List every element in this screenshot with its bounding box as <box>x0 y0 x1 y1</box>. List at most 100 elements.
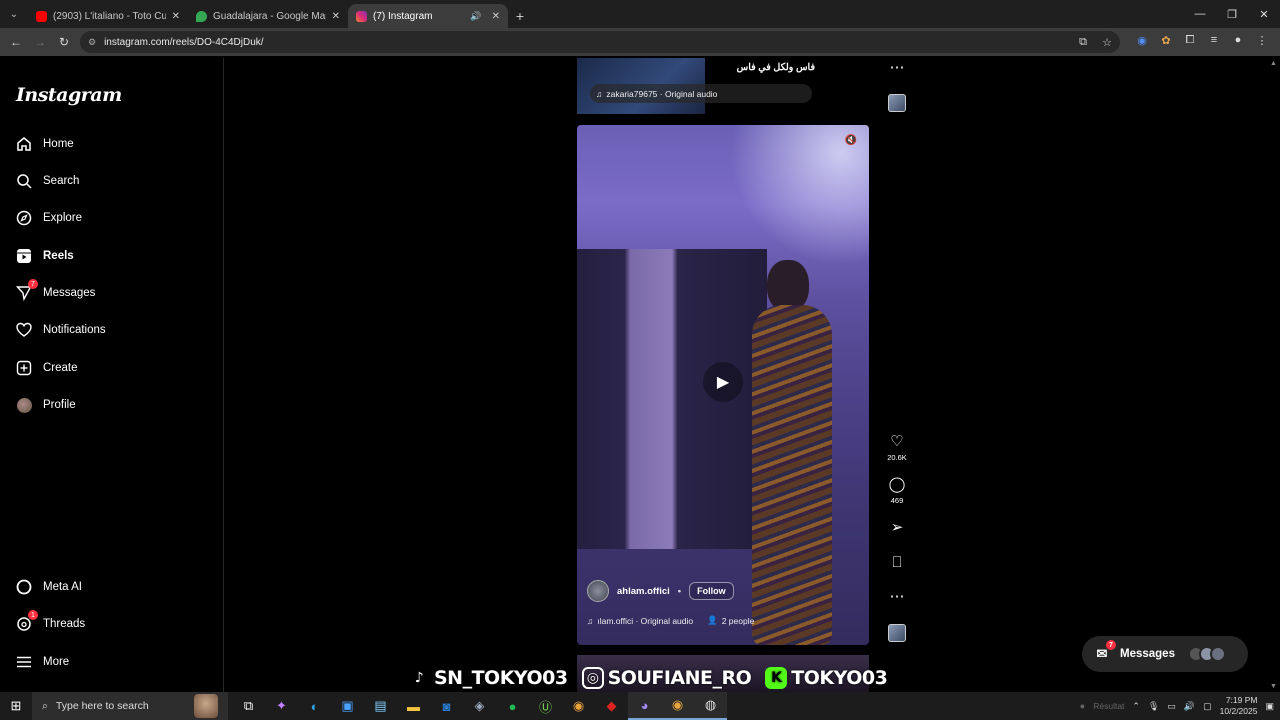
install-app-icon[interactable]: ⧉ <box>1074 36 1092 49</box>
messages-pill-label: Messages <box>1120 648 1175 660</box>
follow-button[interactable]: Follow <box>689 582 734 600</box>
reading-list-icon[interactable]: ≡ <box>1206 34 1222 50</box>
file-explorer-icon[interactable]: ▬ <box>397 692 430 720</box>
page-scrollbar[interactable]: ▲ ▼ <box>1268 58 1280 692</box>
display-icon[interactable]: ▢ <box>1203 701 1212 712</box>
copilot-icon[interactable]: ✦ <box>265 692 298 720</box>
tab-google-maps[interactable]: Guadalajara - Google Maps ✕ <box>188 4 348 28</box>
chrome-icon[interactable]: ◉ <box>562 692 595 720</box>
restore-icon[interactable]: ❐ <box>1216 0 1248 28</box>
comment-icon: ◯ <box>888 476 906 493</box>
tab-youtube[interactable]: (2903) L'italiano - Toto Cutugno ✕ <box>28 4 188 28</box>
previous-reel-audio-thumbnail[interactable] <box>888 94 906 112</box>
discord-icon[interactable]: ◕ <box>628 692 661 720</box>
sidebar-item-threads[interactable]: 1 Threads <box>16 610 85 636</box>
store-icon[interactable]: ▣ <box>331 692 364 720</box>
network-icon[interactable]: ▭ <box>1167 701 1176 712</box>
taskbar-search[interactable]: ⌕ Type here to search <box>32 692 228 720</box>
messages-pill[interactable]: ✉ 7 Messages <box>1082 636 1248 672</box>
browser-menu-icon[interactable]: ⋮ <box>1254 34 1270 50</box>
tab-audio-icon[interactable]: 🔊 <box>470 11 481 22</box>
utorrent-icon[interactable]: Ⓤ <box>529 692 562 720</box>
previous-reel-more-button[interactable]: ⋯ <box>880 60 914 76</box>
sidebar-item-reels[interactable]: Reels <box>16 244 74 268</box>
avatar[interactable] <box>587 580 609 602</box>
task-view-icon[interactable]: ⧉ <box>232 692 265 720</box>
previous-reel-audio[interactable]: ♫ zakaria79675 · Original audio <box>590 84 812 103</box>
reel-audio-thumbnail[interactable] <box>888 624 906 642</box>
close-window-icon[interactable]: ✕ <box>1248 0 1280 28</box>
sidebar-item-search[interactable]: Search <box>16 169 79 193</box>
profile-avatar-wrap <box>16 397 32 413</box>
kick-icon: K <box>765 667 788 689</box>
show-hidden-icons[interactable]: ⌃ <box>1132 701 1140 712</box>
instagram-logo[interactable]: Instagram <box>16 84 122 106</box>
close-tab-icon[interactable]: ✕ <box>172 11 180 22</box>
share-button[interactable]: ➢ <box>880 520 914 536</box>
comment-button[interactable]: ◯ 469 <box>880 476 914 506</box>
like-button[interactable]: ♡ 20.6K <box>880 433 914 463</box>
save-button[interactable]: ⎕ <box>880 555 914 571</box>
chrome-active-icon[interactable]: ◉ <box>661 692 694 720</box>
red-app-icon[interactable]: ◆ <box>595 692 628 720</box>
tray-app-icon[interactable]: ● <box>1080 701 1085 711</box>
youtube-favicon-icon <box>36 10 47 22</box>
bookmark-star-icon[interactable]: ☆ <box>1098 36 1116 49</box>
taskbar-clock[interactable]: 7:19 PM 10/2/2025 <box>1220 695 1258 717</box>
extensions-icon[interactable]: ⧠ <box>1182 34 1198 50</box>
address-bar[interactable]: ⚙ instagram.com/reels/DO-4C4DjDuk/ <box>80 31 1120 53</box>
new-tab-button[interactable]: + <box>508 4 532 28</box>
heart-icon: ♡ <box>890 433 904 450</box>
reel-username[interactable]: ahlam.offici <box>617 586 670 597</box>
steam-icon[interactable]: ◈ <box>463 692 496 720</box>
microphone-icon[interactable]: 🎙 <box>1148 701 1159 712</box>
extension-shield-icon[interactable]: ◉ <box>1134 34 1150 50</box>
windows-start-icon[interactable]: ⊞ <box>0 692 32 720</box>
more-options-button[interactable]: ⋯ <box>880 589 914 605</box>
sidebar-item-messages[interactable]: 7 Messages <box>16 279 95 305</box>
reel-audio-link[interactable]: ♫ ılam.offici · Original audio <box>587 615 693 626</box>
obs-icon[interactable]: ◍ <box>694 692 727 720</box>
instagram-icon: ◎ <box>581 667 604 689</box>
back-icon[interactable]: ← <box>4 30 28 54</box>
site-info-icon[interactable]: ⚙ <box>88 37 96 48</box>
reel-video[interactable]: 🔇 ▶ ahlam.offici • Follow ♫ ılam.offici … <box>577 125 869 645</box>
home-icon <box>16 136 32 152</box>
sidebar-item-home[interactable]: Home <box>16 132 74 156</box>
notification-center-icon[interactable]: ▣ <box>1265 701 1274 712</box>
sidebar-item-meta-ai[interactable]: Meta AI <box>16 575 82 599</box>
forward-icon[interactable]: → <box>28 30 52 54</box>
sidebar-item-explore[interactable]: Explore <box>16 206 82 230</box>
streamer-watermark: ♪ SN_TOKYO03 ◎ SOUFIANE_RO K TOKYO03 <box>408 664 888 692</box>
scroll-up-icon[interactable]: ▲ <box>1270 60 1277 67</box>
edge-icon[interactable]: ◐ <box>298 692 331 720</box>
tab-search-icon[interactable]: ⌄ <box>0 0 28 28</box>
scroll-down-icon[interactable]: ▼ <box>1270 683 1277 690</box>
sidebar-item-create[interactable]: Create <box>16 356 78 380</box>
watermark-instagram: ◎ SOUFIANE_RO <box>581 667 752 689</box>
spotify-icon[interactable]: ● <box>496 692 529 720</box>
tab-instagram[interactable]: (7) Instagram 🔊 ✕ <box>348 4 508 28</box>
maps-favicon-icon <box>196 10 207 22</box>
windows-taskbar: ⊞ ⌕ Type here to search ⧉ ✦ ◐ ▣ ▤ ▬ ◙ ◈ … <box>0 692 1280 720</box>
sidebar-item-label: Explore <box>43 212 82 224</box>
mute-toggle-icon[interactable]: 🔇 <box>843 135 859 149</box>
sidebar-item-profile[interactable]: Profile <box>16 393 76 417</box>
tagged-people-link[interactable]: 👤 2 people <box>707 615 754 626</box>
close-tab-icon[interactable]: ✕ <box>492 11 500 22</box>
notepad-icon[interactable]: ▤ <box>364 692 397 720</box>
reel-author: ahlam.offici • Follow <box>587 580 734 602</box>
extension-puzzle-color-icon[interactable]: ✿ <box>1158 34 1174 50</box>
watermark-instagram-text: SOUFIANE_RO <box>607 667 752 689</box>
reload-icon[interactable]: ↻ <box>52 30 76 54</box>
play-button[interactable]: ▶ <box>703 362 743 402</box>
close-tab-icon[interactable]: ✕ <box>332 11 340 22</box>
sidebar-item-more[interactable]: More <box>16 650 69 674</box>
volume-icon[interactable]: 🔊 <box>1184 701 1195 712</box>
profile-avatar-icon[interactable]: ● <box>1230 34 1246 50</box>
reel-actions: ⋯ ♡ 20.6K ◯ 469 ➢ ⎕ ⋯ <box>880 58 914 692</box>
minimize-icon[interactable]: — <box>1184 0 1216 28</box>
sidebar-item-notifications[interactable]: Notifications <box>16 318 106 342</box>
outlook-icon[interactable]: ◙ <box>430 692 463 720</box>
menu-icon <box>16 654 32 670</box>
